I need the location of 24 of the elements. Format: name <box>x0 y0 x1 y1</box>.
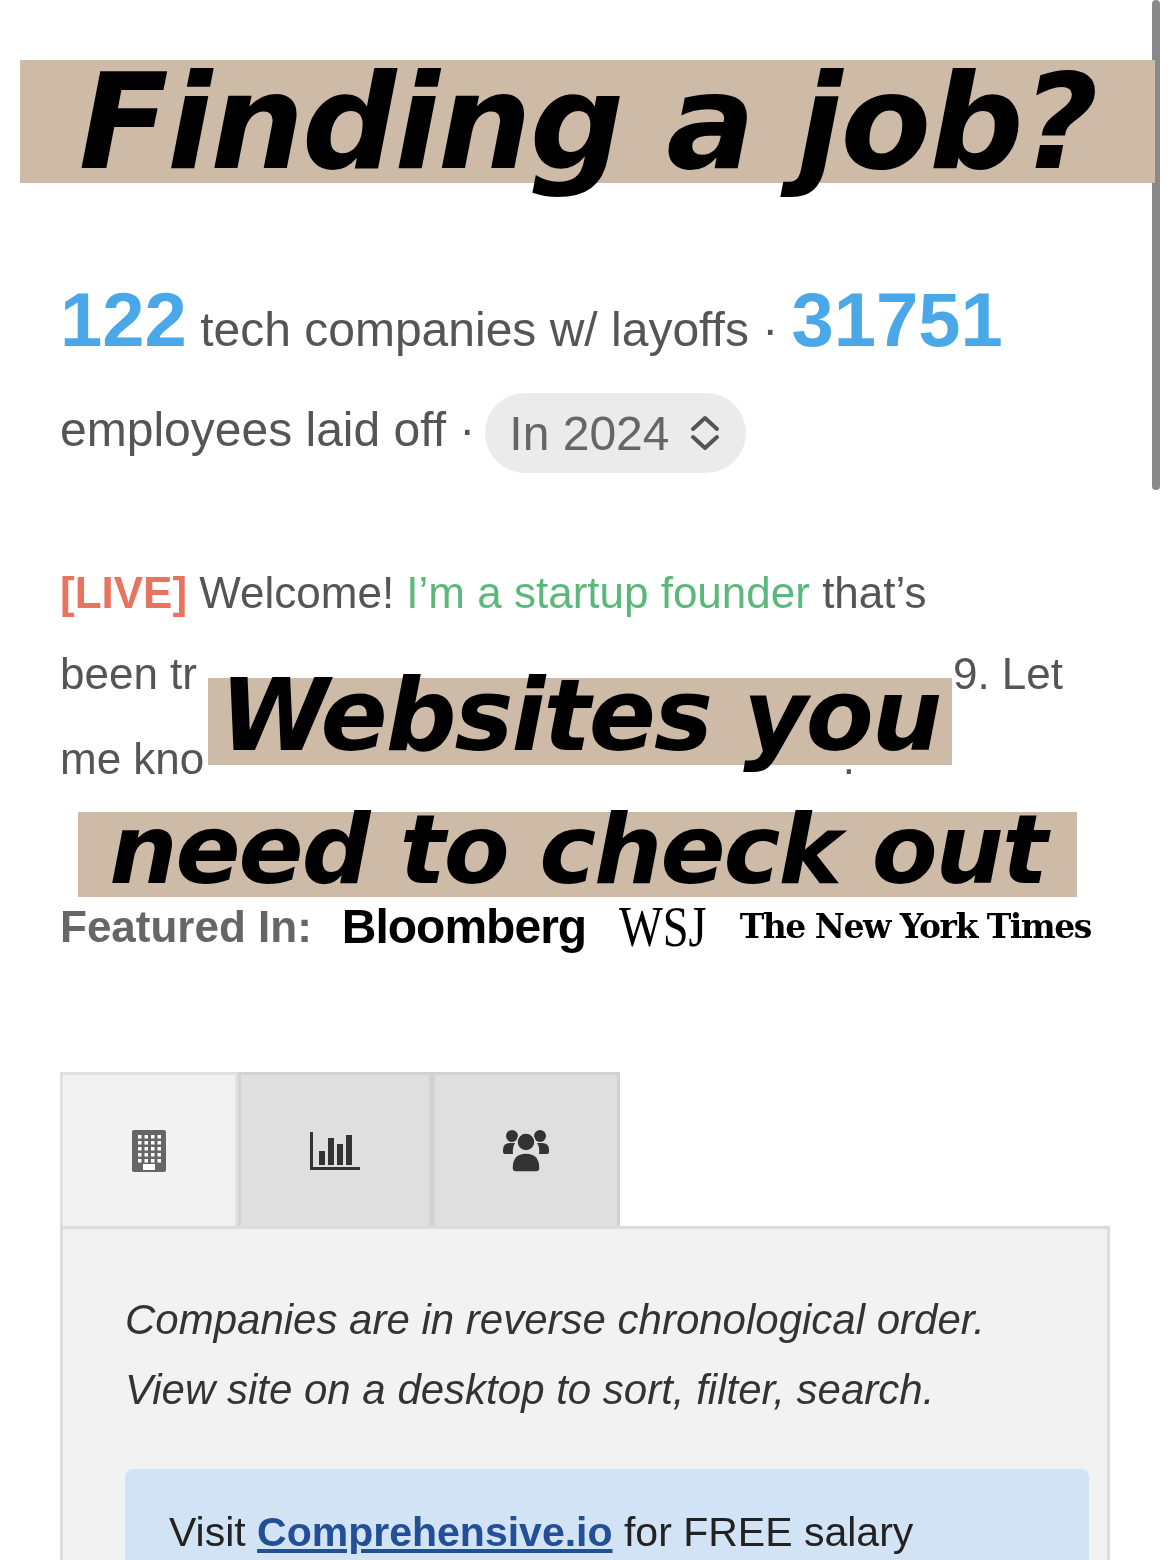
panel-note: Companies are in reverse chronological order. <box>125 1295 986 1345</box>
bar-chart-icon <box>310 1131 360 1170</box>
intro-fragment: been tr <box>60 648 197 700</box>
year-select[interactable]: In 2024 <box>485 393 746 474</box>
employee-count: 31751 <box>791 277 1003 362</box>
companies-label: tech companies w/ layoffs · <box>200 303 779 356</box>
intro-sentence: [LIVE] Welcome! I’m a startup founder that’s <box>60 567 928 619</box>
intro-fragment: 9. Let <box>952 648 1063 700</box>
tab[interactable] <box>238 1072 432 1226</box>
building-icon <box>132 1129 166 1172</box>
tab[interactable] <box>432 1072 620 1226</box>
promo-link[interactable]: Comprehensive.io <box>257 1509 613 1555</box>
scrollbar-thumb[interactable] <box>1152 0 1160 490</box>
intro-link[interactable]: I’m a startup founder <box>406 568 810 617</box>
tab[interactable] <box>60 1072 238 1226</box>
intro-fragment: me kno <box>60 733 205 785</box>
company-count: 122 <box>60 277 187 362</box>
panel-note: View site on a desktop to sort, filter, search. <box>125 1365 936 1415</box>
people-icon <box>503 1129 549 1172</box>
outlet-logo: The New York Times <box>739 907 1091 946</box>
employees-label: employees laid off · <box>60 403 476 456</box>
outlet-logo: Bloomberg <box>341 899 587 954</box>
featured-label: Featured In: <box>60 901 312 952</box>
promo-text: Visit Comprehensive.io for FREE salary <box>169 1509 915 1556</box>
